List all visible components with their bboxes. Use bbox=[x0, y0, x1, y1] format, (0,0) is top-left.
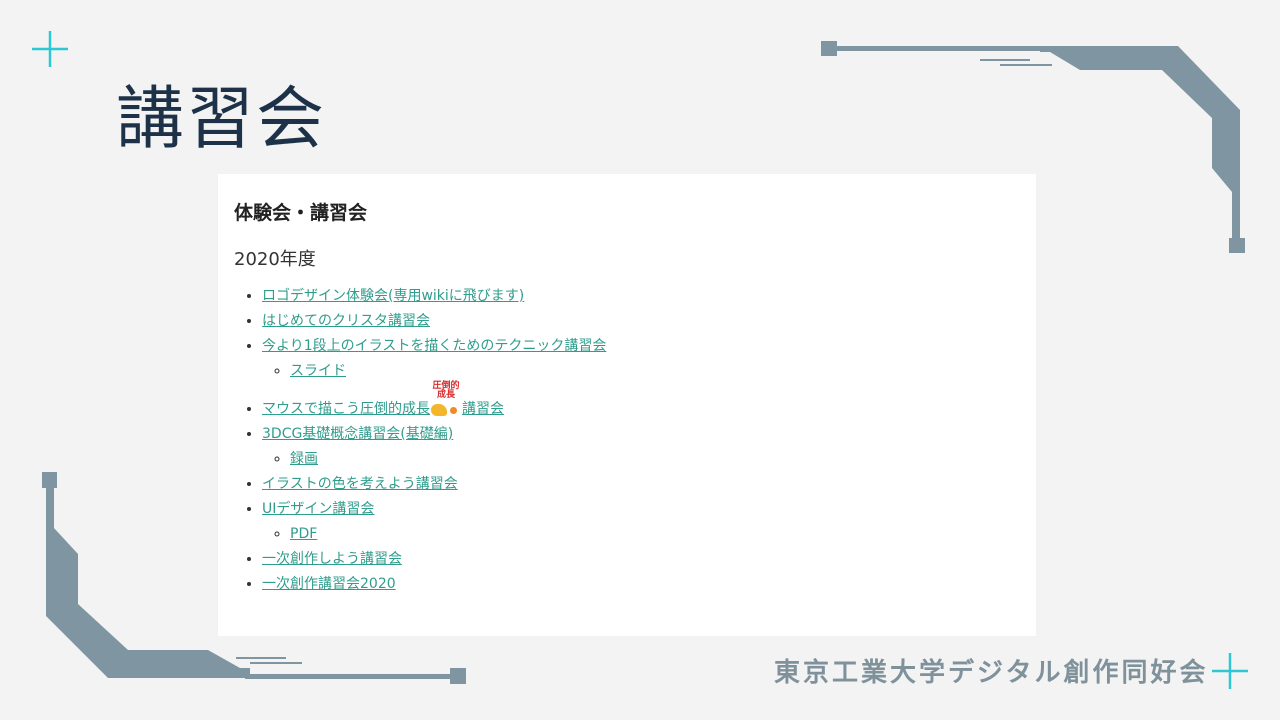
list-item: 一次創作講習会2020 bbox=[262, 572, 1020, 597]
link-mouse-drawing[interactable]: マウスで描こう圧倒的成長 圧倒的成長 講習会 bbox=[262, 382, 504, 418]
sub-list: スライド bbox=[262, 359, 1020, 384]
link-original-creation-2020[interactable]: 一次創作講習会2020 bbox=[262, 576, 396, 592]
plus-icon bbox=[1212, 653, 1248, 689]
link-slides[interactable]: スライド bbox=[290, 363, 346, 379]
link-ui-design[interactable]: UIデザイン講習会 bbox=[262, 501, 374, 517]
link-pdf[interactable]: PDF bbox=[290, 526, 317, 542]
link-text-part: 講習会 bbox=[462, 401, 504, 417]
list-item: マウスで描こう圧倒的成長圧倒的成長講習会 bbox=[262, 382, 1020, 422]
list-item: はじめてのクリスタ講習会 bbox=[262, 309, 1020, 334]
link-illustration-technique[interactable]: 今より1段上のイラストを描くためのテクニック講習会 bbox=[262, 338, 606, 354]
page-title: 講習会 bbox=[116, 80, 327, 159]
sub-list: 録画 bbox=[262, 447, 1020, 472]
content-card: 体験会・講習会 2020年度 ロゴデザイン体験会(専用wikiに飛びます) はじ… bbox=[218, 174, 1036, 636]
plus-icon bbox=[32, 31, 68, 67]
link-text-part: マウスで描こう圧倒的成長 bbox=[262, 401, 430, 417]
list-item: イラストの色を考えよう講習会 bbox=[262, 472, 1020, 497]
link-original-creation[interactable]: 一次創作しよう講習会 bbox=[262, 551, 402, 567]
list-item: 3DCG基礎概念講習会(基礎編) 録画 bbox=[262, 422, 1020, 472]
flexed-arm-icon: 圧倒的成長 bbox=[431, 382, 461, 416]
sub-list-item: PDF bbox=[290, 522, 1020, 547]
list-item: ロゴデザイン体験会(専用wikiに飛びます) bbox=[262, 284, 1020, 309]
link-3dcg-basics[interactable]: 3DCG基礎概念講習会(基礎編) bbox=[262, 426, 453, 442]
list-item: 一次創作しよう講習会 bbox=[262, 547, 1020, 572]
club-name-logo: 東京工業大学デジタル創作同好会 bbox=[774, 658, 1209, 688]
list-item: UIデザイン講習会 PDF bbox=[262, 497, 1020, 547]
lecture-list: ロゴデザイン体験会(専用wikiに飛びます) はじめてのクリスタ講習会 今より1… bbox=[234, 284, 1020, 597]
link-clipstudio-intro[interactable]: はじめてのクリスタ講習会 bbox=[262, 313, 430, 329]
year-heading: 2020年度 bbox=[234, 249, 316, 270]
link-logo-design[interactable]: ロゴデザイン体験会(専用wikiに飛びます) bbox=[262, 288, 524, 304]
section-heading: 体験会・講習会 bbox=[234, 202, 368, 224]
list-item: 今より1段上のイラストを描くためのテクニック講習会 スライド bbox=[262, 334, 1020, 384]
link-recording[interactable]: 録画 bbox=[290, 451, 318, 467]
sub-list-item: スライド bbox=[290, 359, 1020, 384]
link-illustration-color[interactable]: イラストの色を考えよう講習会 bbox=[262, 476, 458, 492]
sub-list-item: 録画 bbox=[290, 447, 1020, 472]
badge-text: 圧倒的成長 bbox=[432, 381, 460, 400]
sub-list: PDF bbox=[262, 522, 1020, 547]
